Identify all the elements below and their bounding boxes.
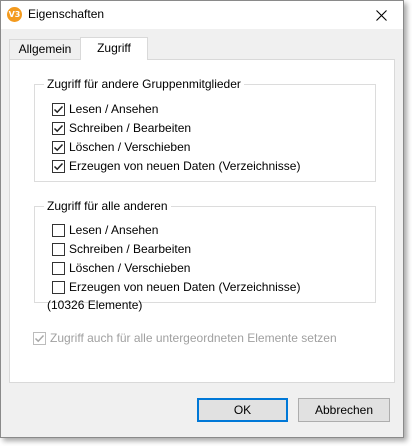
checkbox-label: Erzeugen von neuen Daten (Verzeichnisse) xyxy=(69,280,301,294)
tab-allgemein[interactable]: Allgemein xyxy=(9,39,81,59)
element-count: (10326 Elemente) xyxy=(47,298,143,312)
close-button[interactable] xyxy=(361,1,401,29)
checkbox-checked[interactable] xyxy=(52,140,65,154)
apply-subelements-checkbox[interactable]: Zugriff auch für alle untergeordneten El… xyxy=(33,330,337,346)
checkbox-checked-disabled[interactable] xyxy=(33,331,46,345)
checkbox-unchecked[interactable] xyxy=(52,261,65,275)
checkbox-unchecked[interactable] xyxy=(52,242,65,256)
tab-bar: Allgemein Zugriff xyxy=(9,37,399,60)
group-members-box: Zugriff für andere Gruppenmitglieder Les… xyxy=(34,77,376,182)
title-bar: V3 Eigenschaften xyxy=(1,1,403,29)
checkmark-icon xyxy=(53,105,64,113)
checkbox-checked[interactable] xyxy=(52,102,65,116)
checkbox-unchecked[interactable] xyxy=(52,280,65,294)
checkbox-label: Schreiben / Bearbeiten xyxy=(69,242,192,256)
app-logo-icon: V3 xyxy=(7,7,22,22)
subelements-label: Zugriff auch für alle untergeordneten El… xyxy=(50,331,337,345)
all-others-title: Zugriff für alle anderen xyxy=(44,199,171,213)
group-members-title: Zugriff für andere Gruppenmitglieder xyxy=(44,77,244,91)
others-delete-checkbox[interactable]: Löschen / Verschieben xyxy=(52,260,190,276)
cancel-button[interactable]: Abbrechen xyxy=(298,398,390,422)
checkbox-label: Löschen / Verschieben xyxy=(69,140,191,154)
checkbox-label: Schreiben / Bearbeiten xyxy=(69,121,192,135)
checkbox-label: Lesen / Ansehen xyxy=(69,102,159,116)
window-title: Eigenschaften xyxy=(28,7,105,21)
members-write-checkbox[interactable]: Schreiben / Bearbeiten xyxy=(52,120,191,136)
checkmark-icon xyxy=(53,143,64,151)
checkmark-icon xyxy=(53,124,64,132)
checkbox-checked[interactable] xyxy=(52,121,65,135)
others-write-checkbox[interactable]: Schreiben / Bearbeiten xyxy=(52,241,191,257)
members-read-checkbox[interactable]: Lesen / Ansehen xyxy=(52,101,158,117)
members-delete-checkbox[interactable]: Löschen / Verschieben xyxy=(52,139,190,155)
tab-zugriff[interactable]: Zugriff xyxy=(80,37,148,60)
checkmark-icon xyxy=(53,162,64,170)
others-create-checkbox[interactable]: Erzeugen von neuen Daten (Verzeichnisse) xyxy=(52,279,300,295)
ok-button[interactable]: OK xyxy=(197,398,288,422)
checkbox-label: Lesen / Ansehen xyxy=(69,223,159,237)
all-others-box: Zugriff für alle anderen Lesen / Ansehen… xyxy=(34,199,376,303)
properties-dialog: V3 Eigenschaften Allgemein Zugriff Zugri… xyxy=(0,0,404,438)
members-create-checkbox[interactable]: Erzeugen von neuen Daten (Verzeichnisse) xyxy=(52,158,300,174)
checkbox-unchecked[interactable] xyxy=(52,223,65,237)
checkbox-label: Löschen / Verschieben xyxy=(69,261,191,275)
close-icon xyxy=(375,9,387,21)
checkmark-icon xyxy=(34,334,45,342)
checkbox-checked[interactable] xyxy=(52,159,65,173)
checkbox-label: Erzeugen von neuen Daten (Verzeichnisse) xyxy=(69,159,301,173)
others-read-checkbox[interactable]: Lesen / Ansehen xyxy=(52,222,158,238)
